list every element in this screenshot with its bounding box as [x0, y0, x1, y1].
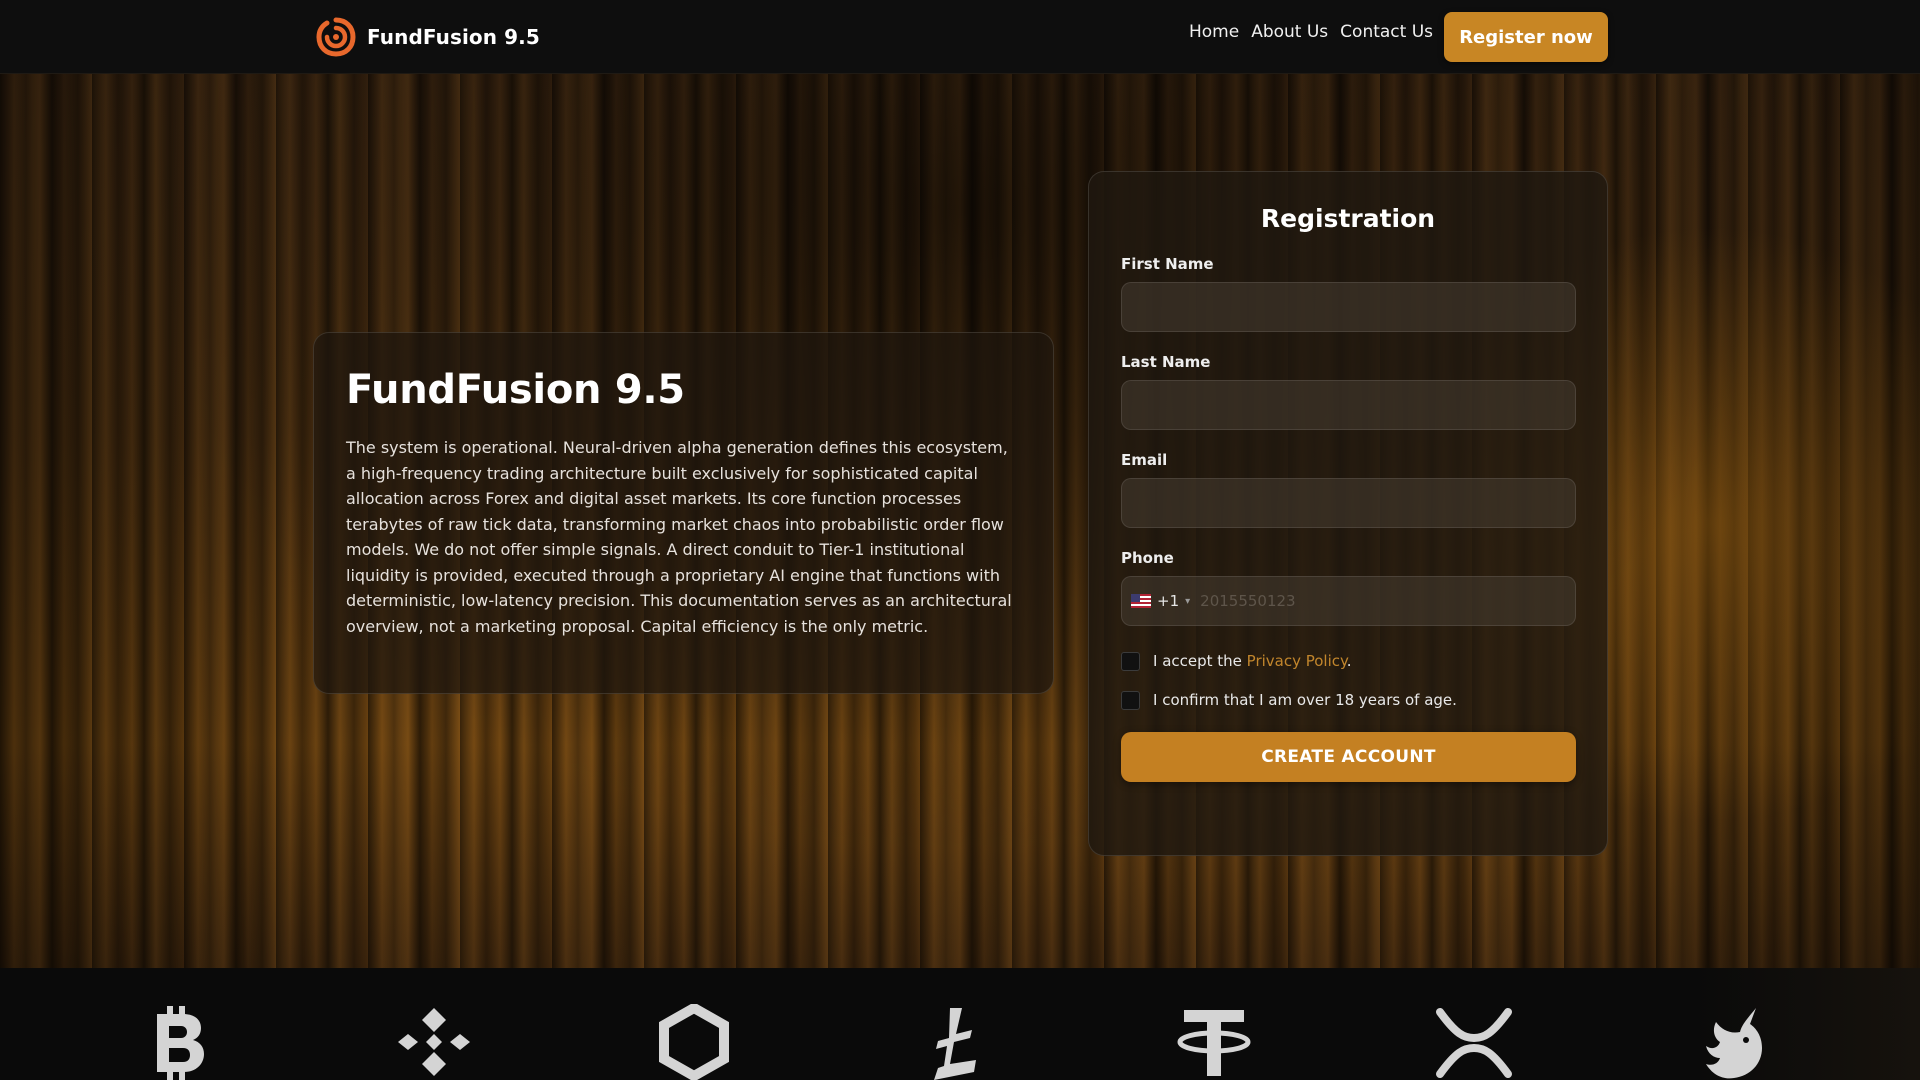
phone-input[interactable]: [1200, 577, 1575, 625]
registration-form: Registration First Name Last Name Email …: [1088, 171, 1608, 856]
privacy-prefix: I accept the: [1153, 652, 1247, 670]
nav-links: Home About Us Contact Us: [1189, 22, 1445, 42]
xrp-icon: [1436, 1008, 1512, 1078]
first-name-input[interactable]: [1121, 282, 1576, 332]
last-name-input[interactable]: [1121, 380, 1576, 430]
age-checkbox[interactable]: [1121, 690, 1140, 710]
phone-label: Phone: [1121, 549, 1174, 567]
nav-contact-link[interactable]: Contact Us: [1340, 22, 1433, 42]
age-text: I confirm that I am over 18 years of age…: [1153, 691, 1457, 709]
privacy-suffix: .: [1346, 652, 1352, 670]
registration-title: Registration: [1260, 204, 1436, 233]
first-name-label: First Name: [1121, 255, 1214, 273]
tether-icon: [1177, 1010, 1251, 1076]
info-title: FundFusion 9.5: [346, 367, 685, 413]
crypto-icon-strip: [0, 968, 1920, 1080]
info-description: The system is operational. Neural-driven…: [346, 438, 1012, 636]
binance-icon: [398, 1008, 470, 1076]
last-name-label: Last Name: [1121, 353, 1211, 371]
top-navbar: FundFusion 9.5 Home About Us Contact Us …: [0, 0, 1920, 74]
email-input[interactable]: [1121, 478, 1576, 528]
country-code[interactable]: +1: [1157, 592, 1179, 610]
nav-home-link[interactable]: Home: [1189, 22, 1239, 42]
chevron-down-icon[interactable]: ▾: [1185, 596, 1190, 607]
privacy-policy-link[interactable]: Privacy Policy: [1247, 652, 1347, 670]
info-card: FundFusion 9.5 The system is operational…: [313, 332, 1054, 694]
uniswap-icon: [1706, 1008, 1762, 1079]
email-label: Email: [1121, 451, 1168, 469]
us-flag-icon[interactable]: [1131, 594, 1151, 608]
register-now-button[interactable]: Register now: [1444, 12, 1608, 62]
bitcoin-icon: [157, 1006, 204, 1080]
brand[interactable]: FundFusion 9.5: [313, 14, 540, 60]
phone-field: +1 ▾: [1121, 576, 1576, 626]
privacy-text: I accept the Privacy Policy.: [1153, 652, 1352, 670]
tron-icon: [934, 1008, 976, 1080]
brand-name: FundFusion 9.5: [367, 25, 540, 49]
chainlink-icon: [659, 1004, 729, 1080]
spiral-logo-icon: [316, 17, 356, 57]
privacy-check-row: I accept the Privacy Policy.: [1121, 650, 1575, 672]
age-check-row: I confirm that I am over 18 years of age…: [1121, 689, 1575, 711]
privacy-checkbox[interactable]: [1121, 651, 1140, 671]
create-account-button[interactable]: CREATE ACCOUNT: [1121, 732, 1576, 782]
nav-about-link[interactable]: About Us: [1251, 22, 1328, 42]
